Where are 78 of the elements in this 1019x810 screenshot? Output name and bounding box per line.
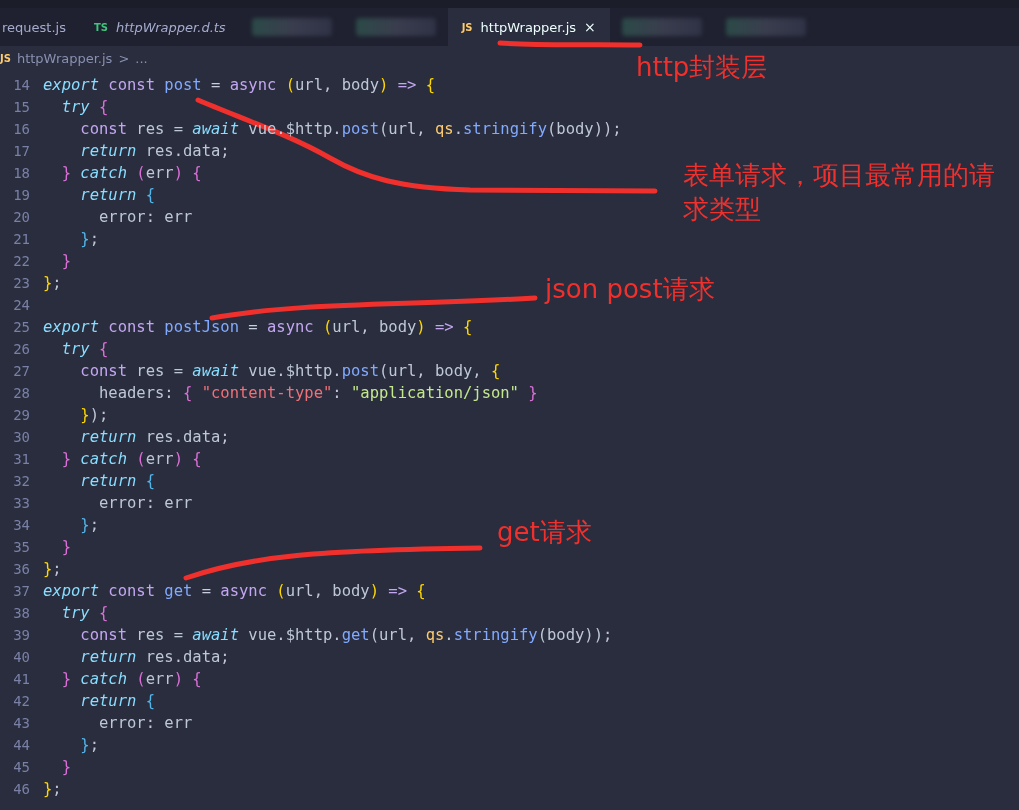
line-number: 29 — [12, 407, 30, 423]
code-line: }; — [43, 274, 62, 292]
line-number: 22 — [12, 253, 30, 269]
code-line: try { — [60, 604, 109, 622]
line-number: 24 — [12, 297, 30, 313]
editor-tab[interactable]: TS httpWrapper.d.ts — [79, 8, 240, 46]
code-line: } — [60, 758, 71, 776]
line-number: 45 — [12, 759, 30, 775]
code-line: }; — [79, 230, 99, 248]
line-number: 23 — [12, 275, 30, 291]
line-number: 27 — [12, 363, 30, 379]
code-line: return { — [79, 472, 155, 490]
line-number: 41 — [12, 671, 30, 687]
annotation-text: 表单请求，项目最常用的请求类型 — [683, 159, 996, 226]
annotation-text: http封装层 — [636, 51, 769, 84]
file-type-icon: JS — [461, 21, 473, 33]
breadcrumb-item[interactable]: httpWrapper.js — [16, 50, 113, 66]
line-number: 46 — [12, 781, 30, 797]
code-line: export const get = async (url, body) => { — [43, 582, 426, 600]
code-line: error: err — [98, 714, 193, 732]
code-line: }); — [79, 406, 109, 424]
editor-tab[interactable]: request.js — [0, 8, 80, 46]
code-line: } — [60, 538, 71, 556]
line-number: 33 — [12, 495, 30, 511]
line-number: 44 — [12, 737, 30, 753]
line-number: 20 — [12, 209, 30, 225]
code-line: } catch (err) { — [60, 164, 202, 182]
line-number: 28 — [12, 385, 30, 401]
code-line: headers: { "content-type": "application/json" } — [98, 384, 538, 402]
annotation-text: json post请求 — [545, 273, 716, 306]
line-number: 26 — [12, 341, 30, 357]
line-number: 21 — [12, 231, 30, 247]
line-number: 17 — [12, 143, 30, 159]
code-line: return res.data; — [79, 428, 230, 446]
line-number: 31 — [12, 451, 30, 467]
code-line: } catch (err) { — [60, 450, 202, 468]
code-line: return { — [79, 186, 155, 204]
code-line: }; — [79, 516, 99, 534]
file-type-icon: JS — [0, 52, 11, 64]
line-number: 32 — [12, 473, 30, 489]
code-line: export const postJson = async (url, body) => { — [43, 318, 473, 336]
line-number: 42 — [12, 693, 30, 709]
breadcrumb-separator: > — [118, 50, 130, 66]
close-icon[interactable]: × — [584, 19, 596, 35]
line-number: 43 — [12, 715, 30, 731]
line-number: 18 — [12, 165, 30, 181]
file-type-icon: TS — [93, 21, 108, 33]
code-line: }; — [43, 560, 62, 578]
line-number: 25 — [12, 319, 30, 335]
line-number: 15 — [12, 99, 30, 115]
code-line: error: err — [98, 494, 193, 512]
editor-tab[interactable]: JS httpWrapper.js × — [447, 8, 610, 46]
line-number: 38 — [12, 605, 30, 621]
code-line: } — [60, 252, 71, 270]
code-line: return { — [79, 692, 155, 710]
line-number: 34 — [12, 517, 30, 533]
line-number: 30 — [12, 429, 30, 445]
code-line: try { — [60, 340, 109, 358]
code-line: const res = await vue.$http.get(url, qs.stringify(body)); — [79, 626, 613, 644]
line-number: 39 — [12, 627, 30, 643]
line-number: 19 — [12, 187, 30, 203]
code-line: }; — [79, 736, 99, 754]
line-number: 35 — [12, 539, 30, 555]
line-number: 14 — [12, 77, 30, 93]
code-line: try { — [60, 98, 109, 116]
code-line: error: err — [98, 208, 193, 226]
code-line: export const post = async (url, body) => { — [43, 76, 436, 94]
code-line: } catch (err) { — [60, 670, 202, 688]
code-line: const res = await vue.$http.post(url, body, { — [79, 362, 501, 380]
code-line: return res.data; — [79, 648, 230, 666]
code-line: return res.data; — [79, 142, 230, 160]
line-number: 16 — [12, 121, 30, 137]
code-line: }; — [43, 780, 62, 798]
line-number: 40 — [12, 649, 30, 665]
breadcrumb-item[interactable]: ... — [135, 50, 148, 66]
line-number: 36 — [12, 561, 30, 577]
annotation-text: get请求 — [497, 516, 593, 549]
line-number: 37 — [12, 583, 30, 599]
